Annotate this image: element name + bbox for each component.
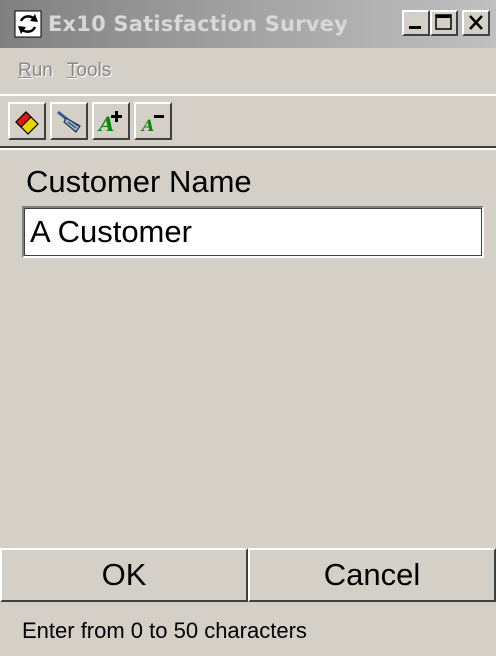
customer-name-label: Customer Name <box>26 164 252 199</box>
eraser-icon <box>15 111 39 135</box>
refresh-app-icon <box>14 10 42 38</box>
toolbar-divider-highlight <box>0 148 496 150</box>
menu-bar: Run Tools <box>0 52 496 90</box>
customer-name-input[interactable] <box>22 206 484 258</box>
ok-button[interactable]: OK <box>0 548 248 602</box>
eraser-button[interactable] <box>8 102 46 140</box>
dialog-buttons: OK Cancel <box>0 548 496 602</box>
minimize-icon <box>409 26 421 29</box>
menu-run[interactable]: Run <box>18 60 53 82</box>
minimize-button[interactable] <box>402 10 430 36</box>
font-increase-button[interactable]: A <box>92 102 130 140</box>
svg-text:A: A <box>140 116 154 135</box>
maximize-icon <box>435 14 452 30</box>
app-window: Ex10 Satisfaction Survey Run Tools A A C… <box>0 0 496 656</box>
brush-button[interactable] <box>50 102 88 140</box>
toolbar: A A <box>0 94 496 146</box>
status-text: Enter from 0 to 50 characters <box>22 618 307 643</box>
menu-tools[interactable]: Tools <box>67 60 111 82</box>
close-icon <box>469 15 483 30</box>
font-decrease-button[interactable]: A <box>134 102 172 140</box>
menu-run-rest: un <box>31 60 53 81</box>
menu-tools-accel: T <box>66 60 77 81</box>
brush-icon <box>57 110 81 133</box>
font-increase-icon: A <box>97 111 122 136</box>
title-bar[interactable]: Ex10 Satisfaction Survey <box>0 0 496 48</box>
maximize-button[interactable] <box>430 10 458 36</box>
window-controls <box>402 10 490 36</box>
font-decrease-icon: A <box>140 115 164 135</box>
close-button[interactable] <box>462 10 490 36</box>
window-title: Ex10 Satisfaction Survey <box>48 12 348 36</box>
menu-run-accel: R <box>18 60 32 81</box>
menu-tools-rest: ools <box>76 60 112 81</box>
cancel-button[interactable]: Cancel <box>248 548 496 602</box>
